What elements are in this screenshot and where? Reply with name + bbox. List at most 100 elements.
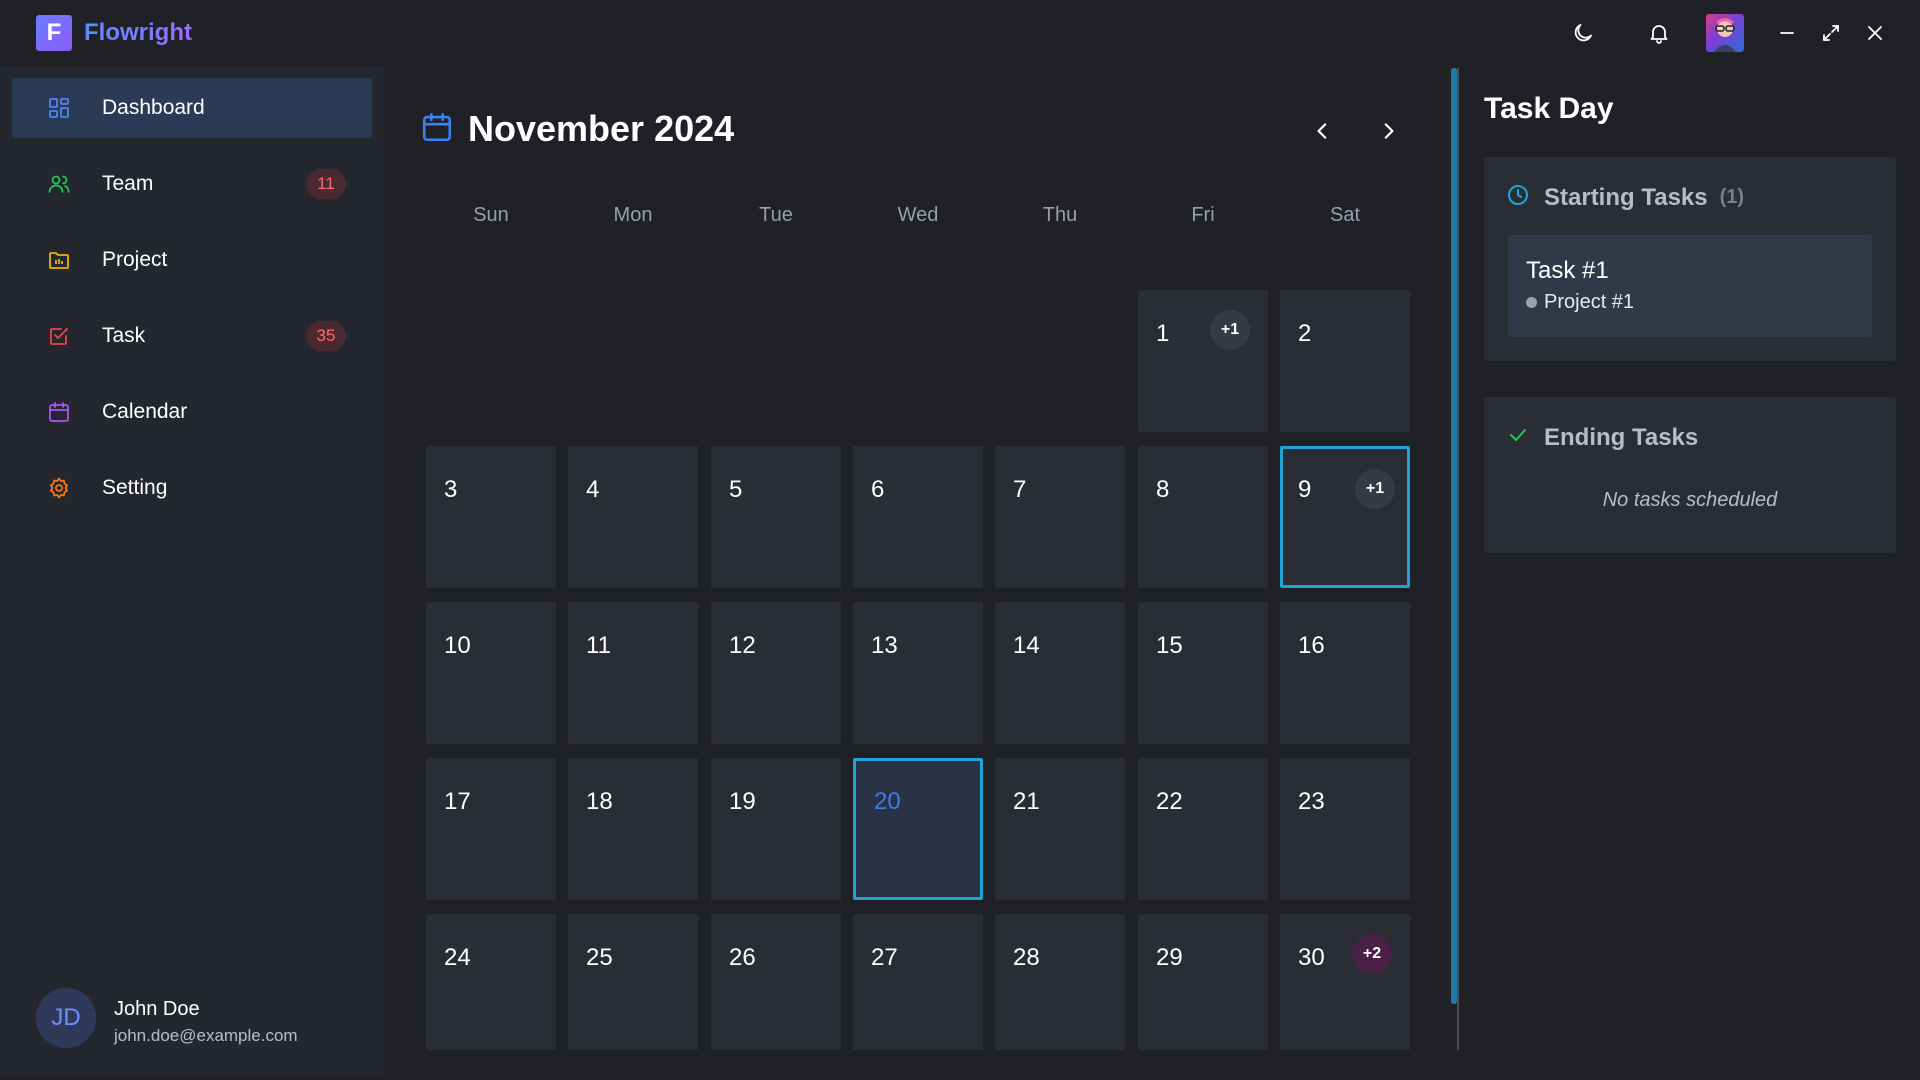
brand-logo: F [36, 15, 72, 51]
sidebar: Dashboard Team 11 Project Task 35 Calend… [0, 66, 384, 1076]
calendar-header: November 2024 [420, 104, 734, 154]
avatar[interactable] [1706, 14, 1744, 52]
sidebar-item-label: Dashboard [102, 96, 205, 119]
day-number: 4 [586, 476, 600, 503]
calendar-day[interactable]: 8 [1138, 446, 1268, 588]
day-number: 5 [729, 476, 743, 503]
maximize-icon[interactable] [1816, 18, 1846, 48]
calendar-day[interactable]: 12 [711, 602, 841, 744]
dashboard-icon [46, 95, 72, 121]
day-number: 26 [729, 944, 756, 971]
calendar-day[interactable]: 20 [853, 758, 983, 900]
calendar-day[interactable]: 5 [711, 446, 841, 588]
sidebar-item-label: Team [102, 172, 154, 195]
day-number: 15 [1156, 632, 1183, 659]
sidebar-item-dashboard[interactable]: Dashboard [12, 78, 372, 138]
calendar-day[interactable]: 19 [711, 758, 841, 900]
ending-tasks-header: Ending Tasks [1506, 423, 1698, 452]
sidebar-item-label: Project [102, 248, 168, 271]
clock-icon [1506, 183, 1530, 212]
calendar-day[interactable]: 26 [711, 914, 841, 1050]
ending-tasks-card: Ending Tasks No tasks scheduled [1484, 397, 1896, 553]
calendar-day[interactable]: 21 [995, 758, 1125, 900]
minimize-icon[interactable] [1772, 18, 1802, 48]
day-number: 23 [1298, 788, 1325, 815]
sidebar-item-label: Task [102, 324, 146, 347]
sidebar-item-project[interactable]: Project [12, 230, 372, 290]
bell-icon[interactable] [1644, 18, 1674, 48]
calendar-day[interactable]: 22 [1138, 758, 1268, 900]
calendar-day[interactable]: 6 [853, 446, 983, 588]
day-number: 6 [871, 476, 885, 503]
day-number: 9 [1298, 476, 1312, 503]
team-count-badge: 11 [306, 169, 346, 199]
calendar-day[interactable]: 10 [426, 602, 556, 744]
user-avatar: JD [36, 988, 96, 1048]
weekday-label: Wed [897, 204, 939, 226]
folder-icon [46, 247, 72, 273]
starting-tasks-label: Starting Tasks [1544, 183, 1708, 211]
day-number: 10 [444, 632, 471, 659]
day-number: 27 [871, 944, 898, 971]
calendar-day[interactable]: 25 [568, 914, 698, 1050]
more-events-badge[interactable]: +1 [1355, 469, 1395, 509]
task-count-badge: 35 [306, 321, 346, 351]
task-project-name: Project #1 [1544, 291, 1635, 313]
day-number: 19 [729, 788, 756, 815]
day-number: 18 [586, 788, 613, 815]
calendar-day[interactable]: 3 [426, 446, 556, 588]
calendar-day[interactable]: 28 [995, 914, 1125, 1050]
moon-icon[interactable] [1568, 18, 1598, 48]
calendar-day[interactable]: 18 [568, 758, 698, 900]
calendar-day[interactable]: 4 [568, 446, 698, 588]
calendar-day[interactable]: 2 [1280, 290, 1410, 432]
calendar-day[interactable]: 17 [426, 758, 556, 900]
calendar-day[interactable]: 11 [568, 602, 698, 744]
day-number: 14 [1013, 632, 1040, 659]
task-day-title: Task Day [1484, 92, 1614, 125]
calendar-day[interactable]: 13 [853, 602, 983, 744]
more-events-badge[interactable]: +1 [1210, 310, 1250, 350]
sidebar-item-calendar[interactable]: Calendar [12, 382, 372, 442]
calendar-day[interactable]: 27 [853, 914, 983, 1050]
day-number: 12 [729, 632, 756, 659]
calendar-day[interactable]: 24 [426, 914, 556, 1050]
calendar-day[interactable]: 7 [995, 446, 1125, 588]
sidebar-item-team[interactable]: Team 11 [12, 154, 372, 214]
day-number: 28 [1013, 944, 1040, 971]
calendar-day[interactable]: 30 +2 [1280, 914, 1410, 1050]
task-item[interactable]: Task #1 Project #1 [1508, 235, 1872, 337]
next-month-button[interactable] [1371, 114, 1405, 148]
close-icon[interactable] [1860, 18, 1890, 48]
calendar-icon [46, 399, 72, 425]
calendar-day[interactable]: 9 +1 [1280, 446, 1410, 588]
brand[interactable]: F Flowright [36, 15, 192, 51]
day-number: 2 [1298, 320, 1312, 347]
weekday-label: Tue [759, 204, 793, 226]
user-name: John Doe [114, 998, 200, 1020]
weekday-label: Fri [1191, 204, 1215, 226]
day-number: 22 [1156, 788, 1183, 815]
task-name: Task #1 [1526, 257, 1609, 284]
check-icon [1506, 423, 1530, 452]
empty-message: No tasks scheduled [1602, 489, 1778, 511]
day-number: 3 [444, 476, 458, 503]
more-events-badge[interactable]: +2 [1352, 934, 1392, 974]
sidebar-item-task[interactable]: Task 35 [12, 306, 372, 366]
day-number: 7 [1013, 476, 1027, 503]
user-profile[interactable]: JD John Doe john.doe@example.com [36, 978, 376, 1058]
calendar-day[interactable]: 29 [1138, 914, 1268, 1050]
calendar-day[interactable]: 23 [1280, 758, 1410, 900]
sidebar-item-setting[interactable]: Setting [12, 458, 372, 518]
day-number: 30 [1298, 944, 1325, 971]
sidebar-item-label: Setting [102, 476, 168, 499]
weekday-label: Mon [613, 204, 653, 226]
starting-tasks-card: Starting Tasks (1) Task #1 Project #1 [1484, 157, 1896, 361]
previous-month-button[interactable] [1306, 114, 1340, 148]
calendar-day[interactable]: 15 [1138, 602, 1268, 744]
calendar-day[interactable]: 14 [995, 602, 1125, 744]
calendar-day[interactable]: 16 [1280, 602, 1410, 744]
gear-icon [46, 475, 72, 501]
day-number: 29 [1156, 944, 1183, 971]
calendar-day[interactable]: 1 +1 [1138, 290, 1268, 432]
